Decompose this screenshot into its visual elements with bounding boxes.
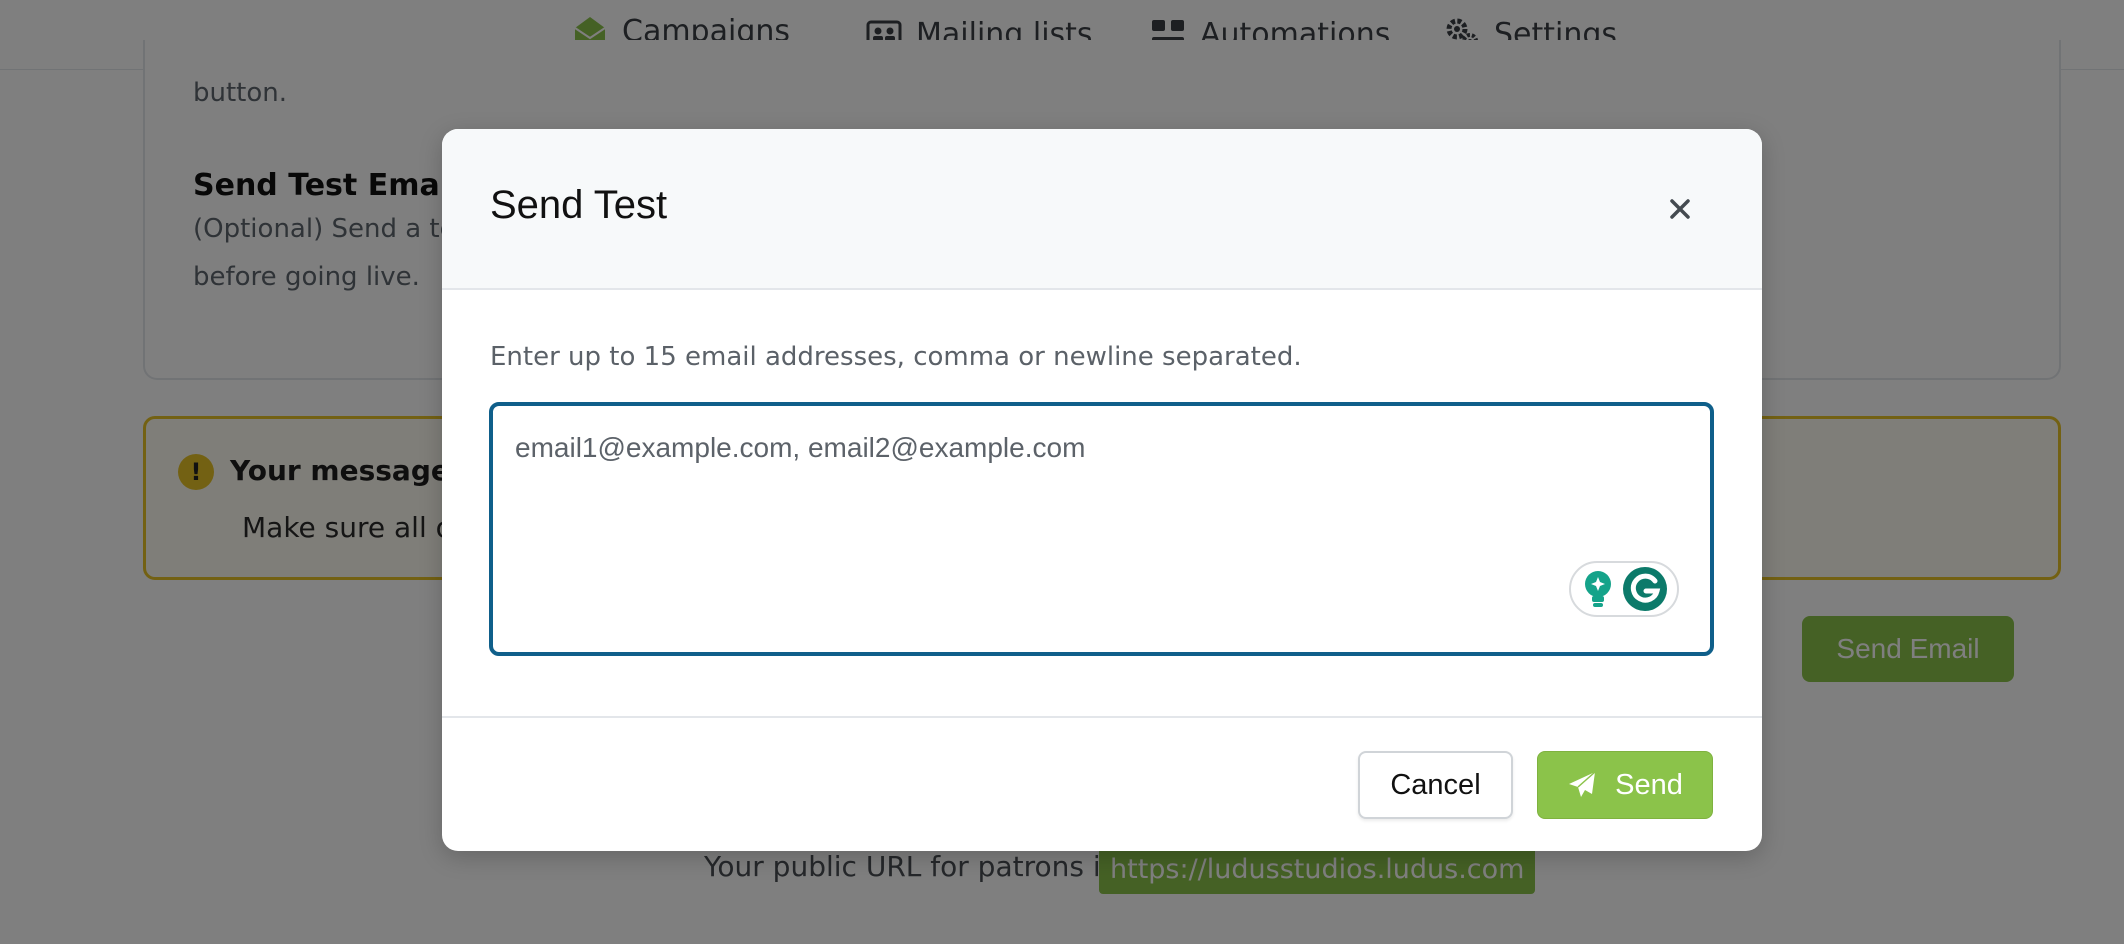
modal-description: Enter up to 15 email addresses, comma or… — [490, 342, 1302, 372]
email-addresses-input[interactable] — [489, 402, 1714, 656]
close-button[interactable] — [1660, 189, 1700, 229]
modal-footer: Cancel Send — [442, 716, 1762, 851]
lightbulb-icon — [1584, 571, 1611, 607]
grammarly-widget[interactable] — [1569, 561, 1679, 617]
cancel-button[interactable]: Cancel — [1358, 751, 1513, 819]
send-test-modal: Send Test Enter up to 15 email addresses… — [442, 129, 1762, 851]
paper-plane-icon — [1569, 771, 1596, 797]
close-icon — [1670, 199, 1690, 219]
send-button[interactable]: Send — [1537, 751, 1713, 819]
grammarly-icon — [1622, 567, 1667, 611]
modal-title: Send Test — [490, 183, 668, 227]
send-button-label: Send — [1615, 768, 1683, 801]
modal-header: Send Test — [442, 129, 1762, 290]
